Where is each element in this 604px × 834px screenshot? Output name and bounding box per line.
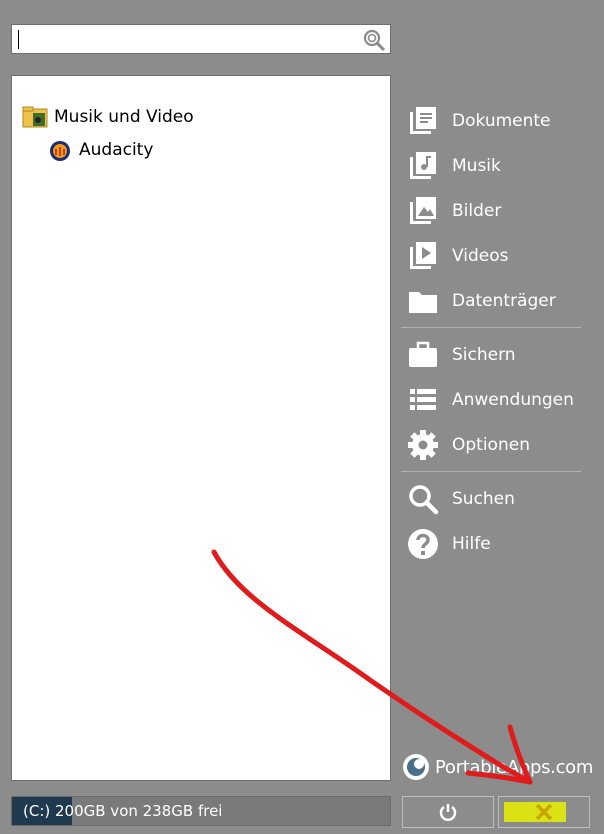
folder-media-icon: [22, 106, 48, 128]
search-icon: [409, 485, 439, 515]
nav-label: Anwendungen: [452, 390, 574, 410]
app-audacity[interactable]: Audacity: [47, 137, 153, 163]
nav-label: Dokumente: [452, 111, 551, 131]
nav-label: Datenträger: [452, 291, 556, 311]
briefcase-icon: [409, 341, 437, 367]
nav-label: Videos: [452, 246, 509, 266]
drive-status-text: (C:) 200GB von 238GB frei: [23, 802, 223, 820]
videos-icon: [410, 242, 436, 269]
nav-item-videos[interactable]: Videos: [401, 236, 581, 276]
power-button[interactable]: [402, 796, 494, 828]
documents-icon: [410, 107, 436, 134]
folder-label: Musik und Video: [54, 107, 194, 127]
nav-item-bilder[interactable]: Bilder: [401, 191, 581, 231]
app-list: Musik und Video Audacity: [11, 75, 391, 781]
nav-label: Optionen: [452, 435, 530, 455]
close-button[interactable]: [498, 796, 590, 828]
nav-item-sichern[interactable]: Sichern: [401, 335, 581, 375]
text-caret: [18, 30, 19, 49]
gear-icon: [408, 430, 438, 460]
folder-musik-und-video[interactable]: Musik und Video: [22, 104, 194, 130]
close-icon: [535, 803, 553, 821]
nav-item-anwendungen[interactable]: Anwendungen: [401, 380, 581, 420]
search-icon[interactable]: [362, 28, 386, 52]
pictures-icon: [410, 197, 436, 224]
nav-label: Suchen: [452, 489, 515, 509]
portableapps-logo-icon: [403, 754, 429, 780]
nav-item-datentraeger[interactable]: Datenträger: [401, 281, 581, 321]
help-icon: [408, 529, 438, 559]
nav-item-suchen[interactable]: Suchen: [401, 479, 581, 519]
nav-label: Bilder: [452, 201, 502, 221]
folder-icon: [409, 292, 437, 313]
nav-item-optionen[interactable]: Optionen: [401, 425, 581, 465]
music-icon: [410, 152, 436, 179]
drive-status: (C:) 200GB von 238GB frei: [11, 796, 391, 826]
nav-item-dokumente[interactable]: Dokumente: [401, 101, 581, 141]
audacity-icon: [50, 141, 70, 161]
nav-label: Musik: [452, 156, 501, 176]
nav-item-musik[interactable]: Musik: [401, 146, 581, 186]
nav-divider: [401, 471, 581, 472]
brand-label: PortableApps.com: [435, 756, 594, 778]
app-label: Audacity: [79, 140, 154, 160]
list-icon: [410, 389, 436, 410]
nav-item-hilfe[interactable]: Hilfe: [401, 524, 581, 564]
search-input[interactable]: [11, 24, 391, 54]
nav-divider: [401, 327, 581, 328]
power-icon: [439, 804, 457, 821]
nav-label: Hilfe: [452, 534, 491, 554]
portableapps-brand[interactable]: PortableApps.com: [401, 750, 593, 784]
nav-label: Sichern: [452, 345, 516, 365]
